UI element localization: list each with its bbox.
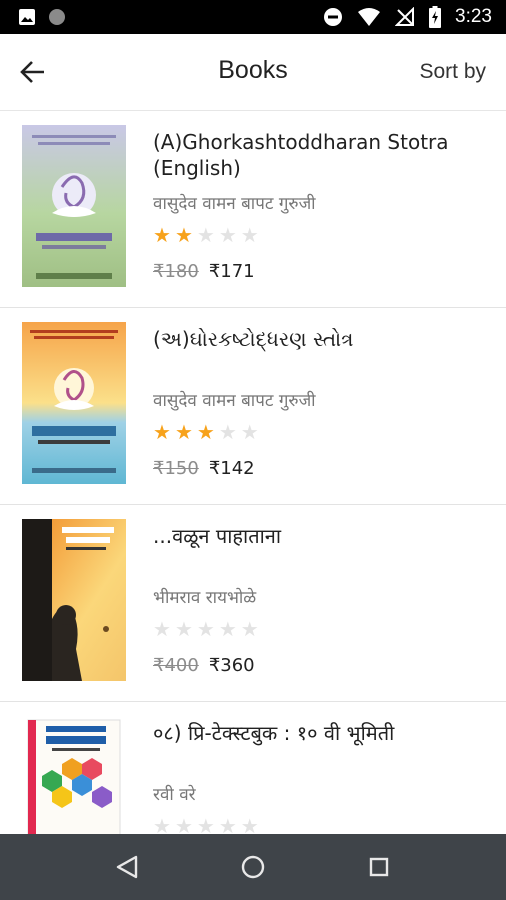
star-empty-icon: ★ [240, 223, 259, 247]
app-toolbar: Books Sort by [0, 34, 506, 111]
current-price: ₹142 [208, 458, 255, 479]
status-bar: 3:23 [0, 0, 506, 34]
rating-stars: ★ ★ ★ ★ ★ [153, 422, 259, 442]
old-price: ₹400 [153, 655, 199, 676]
book-title: (અ)ઘોરકષ્ટોદ્ધરણ સ્તોત્ર [153, 327, 354, 351]
book-title: (A)Ghorkashtoddharan Stotra (English) [153, 130, 449, 180]
star-filled-icon: ★ [196, 420, 215, 444]
book-author: वासुदेव वामन बापट गुरुजी [153, 391, 316, 411]
star-empty-icon: ★ [174, 617, 193, 641]
star-empty-icon: ★ [153, 617, 171, 641]
star-empty-icon: ★ [196, 223, 215, 247]
star-filled-icon: ★ [153, 223, 171, 247]
star-empty-icon: ★ [240, 617, 259, 641]
system-nav-bar [0, 834, 506, 900]
star-empty-icon: ★ [196, 617, 215, 641]
book-title: ...वळून पाहाताना [153, 524, 282, 548]
book-cover-image [22, 125, 126, 287]
circle-icon [49, 9, 65, 25]
status-time: 3:23 [455, 6, 492, 27]
star-filled-icon: ★ [174, 223, 193, 247]
book-prices: ₹180 ₹171 [153, 261, 255, 282]
star-empty-icon: ★ [174, 814, 193, 834]
book-list-item[interactable]: ०८) प्रि-टेक्स्टबुक : १० वी भूमिती रवी व… [0, 702, 506, 834]
home-circle-icon [241, 855, 265, 879]
status-right-icons: 3:23 [323, 6, 492, 28]
book-prices: ₹150 ₹142 [153, 458, 255, 479]
nav-recents-button[interactable] [363, 851, 395, 883]
rating-stars: ★ ★ ★ ★ ★ [153, 225, 259, 245]
recents-square-icon [369, 857, 389, 877]
book-cover-image [22, 716, 126, 834]
star-filled-icon: ★ [153, 420, 171, 444]
star-empty-icon: ★ [153, 814, 171, 834]
no-signal-icon [395, 7, 415, 26]
book-author: वासुदेव वामन बापट गुरुजी [153, 194, 316, 214]
book-prices: ₹400 ₹360 [153, 655, 255, 676]
book-author: रवी वरे [153, 785, 196, 805]
status-left-icons [18, 8, 66, 26]
star-empty-icon: ★ [240, 814, 259, 834]
star-empty-icon: ★ [218, 223, 237, 247]
nav-home-button[interactable] [237, 851, 269, 883]
book-list: (A)Ghorkashtoddharan Stotra (English) वा… [0, 111, 506, 834]
book-cover-image [22, 519, 126, 681]
book-list-item[interactable]: (અ)ઘોરકષ્ટોદ્ધરણ સ્તોત્ર वासुदेव वामन बा… [0, 308, 506, 505]
old-price: ₹180 [153, 261, 199, 282]
book-author: भीमराव रायभोळे [153, 588, 257, 608]
book-title: ०८) प्रि-टेक्स्टबुक : १० वी भूमिती [153, 721, 395, 745]
sort-by-button[interactable]: Sort by [419, 60, 486, 84]
back-triangle-icon [116, 855, 138, 879]
rating-stars: ★ ★ ★ ★ ★ [153, 619, 259, 639]
image-icon [19, 9, 35, 25]
star-filled-icon: ★ [174, 420, 193, 444]
book-list-item[interactable]: ...वळून पाहाताना भीमराव रायभोळे ★ ★ ★ ★ ★ ₹4… [0, 505, 506, 702]
wifi-icon [358, 8, 381, 26]
current-price: ₹171 [208, 261, 255, 282]
star-empty-icon: ★ [218, 814, 237, 834]
current-price: ₹360 [208, 655, 255, 676]
rating-stars: ★ ★ ★ ★ ★ [153, 816, 259, 834]
star-empty-icon: ★ [240, 420, 259, 444]
do-not-disturb-icon [324, 8, 343, 26]
old-price: ₹150 [153, 458, 199, 479]
nav-back-button[interactable] [112, 851, 144, 883]
book-cover-image [22, 322, 126, 484]
battery-icon [429, 6, 442, 28]
star-empty-icon: ★ [196, 814, 215, 834]
book-list-item[interactable]: (A)Ghorkashtoddharan Stotra (English) वा… [0, 111, 506, 308]
star-empty-icon: ★ [218, 617, 237, 641]
star-empty-icon: ★ [218, 420, 237, 444]
